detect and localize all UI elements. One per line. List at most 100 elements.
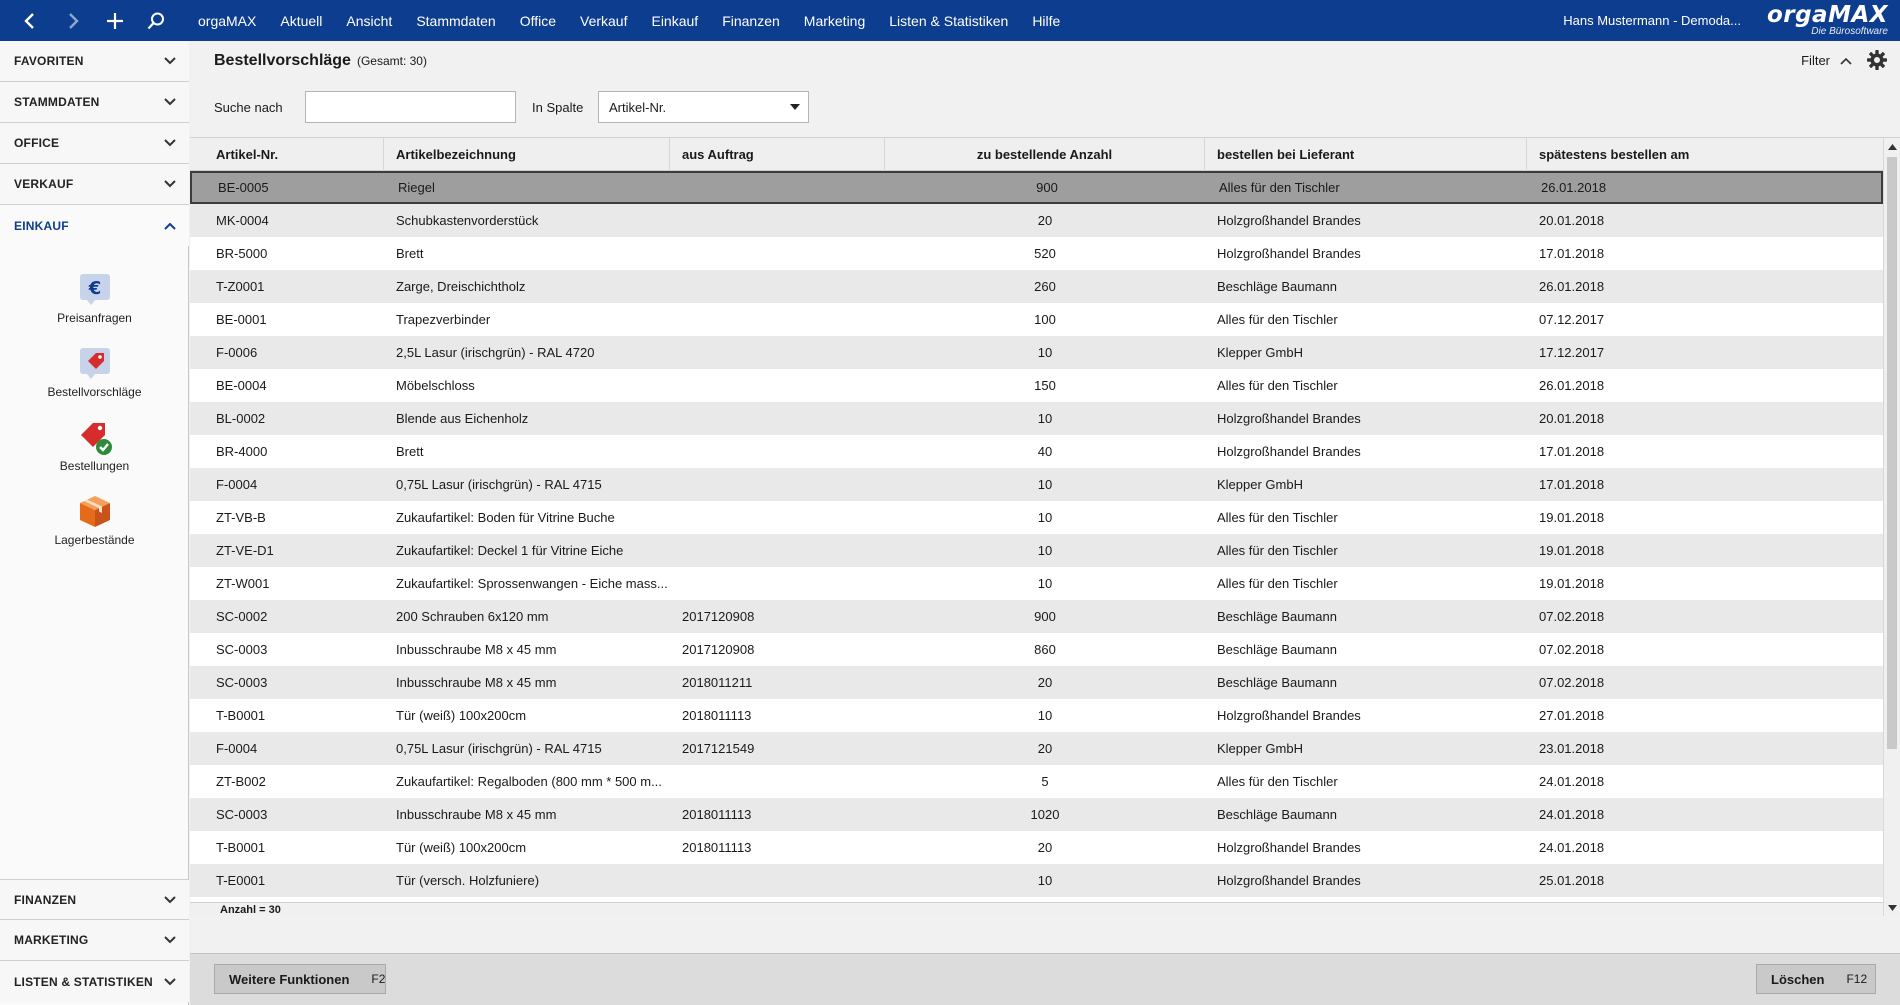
table-row[interactable]: BE-0001 Trapezverbinder 100 Alles für den T…: [190, 303, 1883, 336]
sidebar-item-lagerbestaende[interactable]: Lagerbestände: [0, 491, 189, 561]
cell-anzahl: 900: [1036, 180, 1058, 195]
column-header-anzahl[interactable]: zu bestellende Anzahl: [885, 138, 1205, 171]
cell-lieferant: Holzgroßhandel Brandes: [1217, 444, 1361, 459]
cell-lieferant: Alles für den Tischler: [1217, 543, 1338, 558]
scroll-up-icon[interactable]: [1884, 138, 1900, 155]
table-row[interactable]: F-0004 0,75L Lasur (irischgrün) - RAL 471…: [190, 732, 1883, 765]
sidebar-section-einkauf[interactable]: EINKAUF: [0, 205, 189, 246]
back-arrow-icon[interactable]: [10, 0, 50, 41]
cell-artikel-nr: ZT-VB-B: [216, 510, 266, 525]
cell-aus-auftrag: 2017121549: [682, 741, 755, 756]
menu-item-aktuell[interactable]: Aktuell: [280, 13, 322, 29]
menu-item-listen-statistiken[interactable]: Listen & Statistiken: [889, 13, 1008, 29]
cell-anzahl: 1020: [1030, 807, 1060, 822]
menu-item-office[interactable]: Office: [520, 13, 556, 29]
cell-artikelbezeichnung: Zarge, Dreischichtholz: [396, 279, 526, 294]
column-header-aus-auftrag[interactable]: aus Auftrag: [670, 138, 885, 171]
cell-artikel-nr: F-0006: [216, 345, 258, 360]
table-row[interactable]: SC-0003 Inbusschraube M8 x 45 mm 201801121…: [190, 666, 1883, 699]
sidebar-section-listen-statistiken[interactable]: LISTEN & STATISTIKEN: [0, 961, 189, 1002]
cell-anzahl: 150: [1034, 378, 1056, 393]
orgamax-logo: orgaMAX Die Bürosoftware: [1743, 3, 1888, 39]
delete-button[interactable]: Löschen F12: [1756, 964, 1876, 994]
cell-aus-auftrag: 2018011113: [682, 840, 752, 855]
menu-item-verkauf[interactable]: Verkauf: [580, 13, 627, 29]
table-row[interactable]: SC-0003 Inbusschraube M8 x 45 mm 201801111…: [190, 798, 1883, 831]
table-row[interactable]: ZT-W001 Zukaufartikel: Sprossenwangen - E…: [190, 567, 1883, 600]
table-row[interactable]: T-B0001 Tür (weiß) 100x200cm 2018011113 10 H…: [190, 699, 1883, 732]
cell-anzahl: 260: [1034, 279, 1056, 294]
cell-lieferant: Alles für den Tischler: [1217, 576, 1338, 591]
cell-lieferant: Holzgroßhandel Brandes: [1217, 708, 1361, 723]
menu-item-einkauf[interactable]: Einkauf: [651, 13, 698, 29]
cell-artikel-nr: BR-4000: [216, 444, 268, 459]
menu-item-stammdaten[interactable]: Stammdaten: [416, 13, 495, 29]
table-row[interactable]: SC-0003 Inbusschraube M8 x 45 mm 201712090…: [190, 633, 1883, 666]
table-row[interactable]: F-0006 2,5L Lasur (irischgrün) - RAL 4720…: [190, 336, 1883, 369]
vertical-scrollbar[interactable]: [1883, 138, 1900, 916]
table-row[interactable]: BE-0004 Möbelschloss 150 Alles für den Tisc…: [190, 369, 1883, 402]
column-header-artikelbezeichnung[interactable]: Artikelbezeichnung: [384, 138, 670, 171]
box-icon: [75, 491, 115, 531]
table-row[interactable]: T-B0001 Tür (weiß) 100x200cm 2018011113 20 H…: [190, 831, 1883, 864]
search-icon[interactable]: [136, 0, 176, 41]
table-row[interactable]: ZT-VB-B Zukaufartikel: Boden für Vitrine …: [190, 501, 1883, 534]
sidebar-section-marketing[interactable]: MARKETING: [0, 920, 189, 961]
scrollbar-thumb[interactable]: [1887, 157, 1897, 749]
column-header-artikel-nr[interactable]: Artikel-Nr.: [190, 138, 384, 171]
sidebar-section-verkauf[interactable]: VERKAUF: [0, 164, 189, 205]
menu-item-hilfe[interactable]: Hilfe: [1032, 13, 1060, 29]
forward-arrow-icon[interactable]: [53, 0, 93, 41]
filter-toggle[interactable]: Filter: [1801, 53, 1852, 68]
tag-check-icon: [75, 417, 115, 457]
table-row[interactable]: MK-0004 Schubkastenvorderstück 20 Holzgroßh…: [190, 204, 1883, 237]
table-row[interactable]: BE-0005 Riegel 900 Alles für den Tischler 26…: [190, 171, 1883, 204]
cell-artikelbezeichnung: Möbelschloss: [396, 378, 475, 393]
table-row[interactable]: T-E0001 Tür (versch. Holzfuniere) 10 Holzgr…: [190, 864, 1883, 897]
table-row[interactable]: BL-0002 Blende aus Eichenholz 10 Holzgroßha…: [190, 402, 1883, 435]
gear-icon[interactable]: [1866, 49, 1888, 71]
scroll-down-icon[interactable]: [1884, 899, 1900, 916]
sidebar-section-stammdaten[interactable]: STAMMDATEN: [0, 82, 189, 123]
sidebar-item-preisanfragen[interactable]: € Preisanfragen: [0, 269, 189, 339]
cell-bestelldatum: 20.01.2018: [1539, 213, 1605, 228]
search-label: Suche nach: [214, 99, 283, 115]
cell-aus-auftrag: [670, 534, 885, 567]
search-input[interactable]: [305, 91, 516, 123]
table-row[interactable]: T-Z0001 Zarge, Dreischichtholz 260 Beschläg…: [190, 270, 1883, 303]
menu-item-finanzen[interactable]: Finanzen: [722, 13, 780, 29]
cell-anzahl: 100: [1034, 312, 1056, 327]
cell-aus-auftrag: [670, 402, 885, 435]
table-header: Artikel-Nr. Artikelbezeichnung aus Auftr…: [190, 138, 1883, 171]
sidebar-section-finanzen[interactable]: FINANZEN: [0, 879, 189, 920]
table-row[interactable]: BR-4000 Brett 40 Holzgroßhandel Brandes 17.0…: [190, 435, 1883, 468]
sidebar-section-favoriten[interactable]: FAVORITEN: [0, 41, 189, 82]
menu-item-marketing[interactable]: Marketing: [804, 13, 865, 29]
chevron-up-icon: [1840, 57, 1852, 65]
sidebar: FAVORITEN STAMMDATEN OFFICE VERKAUF EINK…: [0, 41, 189, 1005]
cell-artikel-nr: T-Z0001: [216, 279, 265, 294]
more-functions-button[interactable]: Weitere Funktionen F2: [214, 964, 386, 994]
main-menu: orgaMAX Aktuell Ansicht Stammdaten Office Ver…: [198, 0, 1084, 41]
table-row[interactable]: F-0004 0,75L Lasur (irischgrün) - RAL 471…: [190, 468, 1883, 501]
table-row[interactable]: ZT-B002 Zukaufartikel: Regalboden (800 mm…: [190, 765, 1883, 798]
table-row[interactable]: BR-5000 Brett 520 Holzgroßhandel Brandes 17.…: [190, 237, 1883, 270]
cell-bestelldatum: 17.12.2017: [1539, 345, 1605, 360]
cell-anzahl: 10: [1037, 411, 1053, 426]
column-header-lieferant[interactable]: bestellen bei Lieferant: [1205, 138, 1527, 171]
column-header-bestelldatum[interactable]: spätestens bestellen am: [1527, 138, 1883, 171]
table-row[interactable]: SC-0002 200 Schrauben 6x120 mm 2017120908 9…: [190, 600, 1883, 633]
cell-aus-auftrag: [670, 468, 885, 501]
plus-icon[interactable]: [95, 0, 135, 41]
user-name[interactable]: Hans Mustermann - Demoda...: [1563, 0, 1741, 41]
sidebar-item-bestellvorschlaege[interactable]: Bestellvorschläge: [0, 343, 189, 413]
menu-item-ansicht[interactable]: Ansicht: [346, 13, 392, 29]
table-row[interactable]: ZT-VE-D1 Zukaufartikel: Deckel 1 für Vitr…: [190, 534, 1883, 567]
column-select[interactable]: Artikel-Nr.: [598, 91, 809, 123]
sidebar-item-bestellungen[interactable]: Bestellungen: [0, 417, 189, 487]
cell-bestelldatum: 07.02.2018: [1539, 642, 1605, 657]
sidebar-section-label: OFFICE: [14, 136, 60, 150]
menu-item-orgamax[interactable]: orgaMAX: [198, 13, 256, 29]
sidebar-section-office[interactable]: OFFICE: [0, 123, 189, 164]
cell-lieferant: Holzgroßhandel Brandes: [1217, 873, 1361, 888]
